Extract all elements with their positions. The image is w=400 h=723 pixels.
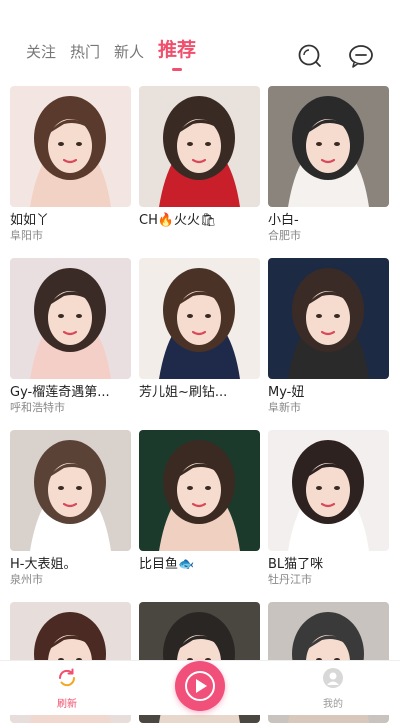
- nav-refresh[interactable]: 刷新: [37, 667, 97, 710]
- user-name: 比目鱼🐟: [139, 557, 195, 572]
- active-tab-indicator: [172, 68, 183, 71]
- message-icon[interactable]: [347, 42, 375, 70]
- user-city: 呼和浩特市: [10, 401, 65, 414]
- tab-new[interactable]: 新人: [114, 42, 144, 62]
- user-name: CH🔥火火🛍: [139, 213, 217, 228]
- user-photo: [139, 258, 260, 379]
- tab-recommend[interactable]: 推荐: [158, 38, 197, 71]
- user-name: Gy-榴莲奇遇第...: [10, 385, 110, 400]
- user-city: 牡丹江市: [268, 573, 312, 586]
- nav-refresh-label: 刷新: [57, 699, 77, 710]
- user-photo: [139, 430, 260, 551]
- user-photo: [139, 86, 260, 207]
- user-name: 小白-: [268, 213, 299, 228]
- user-photo: [268, 86, 389, 207]
- user-name: 芳儿姐~刷钻...: [139, 385, 228, 400]
- user-name: My-妞: [268, 385, 305, 400]
- refresh-icon: [58, 668, 76, 687]
- tab-follow[interactable]: 关注: [26, 42, 56, 62]
- user-name: BL猫了咪: [268, 557, 324, 572]
- user-photo: [10, 86, 131, 207]
- category-tabs: 关注 热门 新人 推荐: [26, 38, 210, 71]
- user-photo: [10, 430, 131, 551]
- live-play-button[interactable]: [175, 661, 225, 711]
- user-name: H-大表姐。: [10, 557, 77, 572]
- nav-me-label: 我的: [323, 699, 343, 710]
- top-bar: 关注 热门 新人 推荐: [0, 0, 400, 84]
- search-icon[interactable]: [296, 42, 324, 70]
- user-card[interactable]: 小白- 合肥市: [268, 86, 389, 243]
- tab-hot[interactable]: 热门: [70, 42, 100, 62]
- user-photo: [10, 258, 131, 379]
- user-city: 合肥市: [268, 229, 301, 242]
- nav-me[interactable]: 我的: [303, 667, 363, 710]
- profile-icon: [323, 668, 343, 688]
- user-card[interactable]: CH🔥火火🛍: [139, 86, 260, 229]
- user-card[interactable]: BL猫了咪 牡丹江市: [268, 430, 389, 587]
- user-card[interactable]: 芳儿姐~刷钻...: [139, 258, 260, 401]
- play-icon: [185, 671, 215, 701]
- user-card[interactable]: 如如丫 阜阳市: [10, 86, 131, 243]
- user-card[interactable]: Gy-榴莲奇遇第... 呼和浩特市: [10, 258, 131, 415]
- tab-recommend-label: 推荐: [158, 39, 197, 61]
- user-city: 阜新市: [268, 401, 301, 414]
- user-photo: [268, 258, 389, 379]
- user-card[interactable]: H-大表姐。 泉州市: [10, 430, 131, 587]
- user-name: 如如丫: [10, 213, 50, 228]
- user-city: 阜阳市: [10, 229, 43, 242]
- user-photo: [268, 430, 389, 551]
- user-card[interactable]: My-妞 阜新市: [268, 258, 389, 415]
- user-card[interactable]: 比目鱼🐟: [139, 430, 260, 573]
- user-city: 泉州市: [10, 573, 43, 586]
